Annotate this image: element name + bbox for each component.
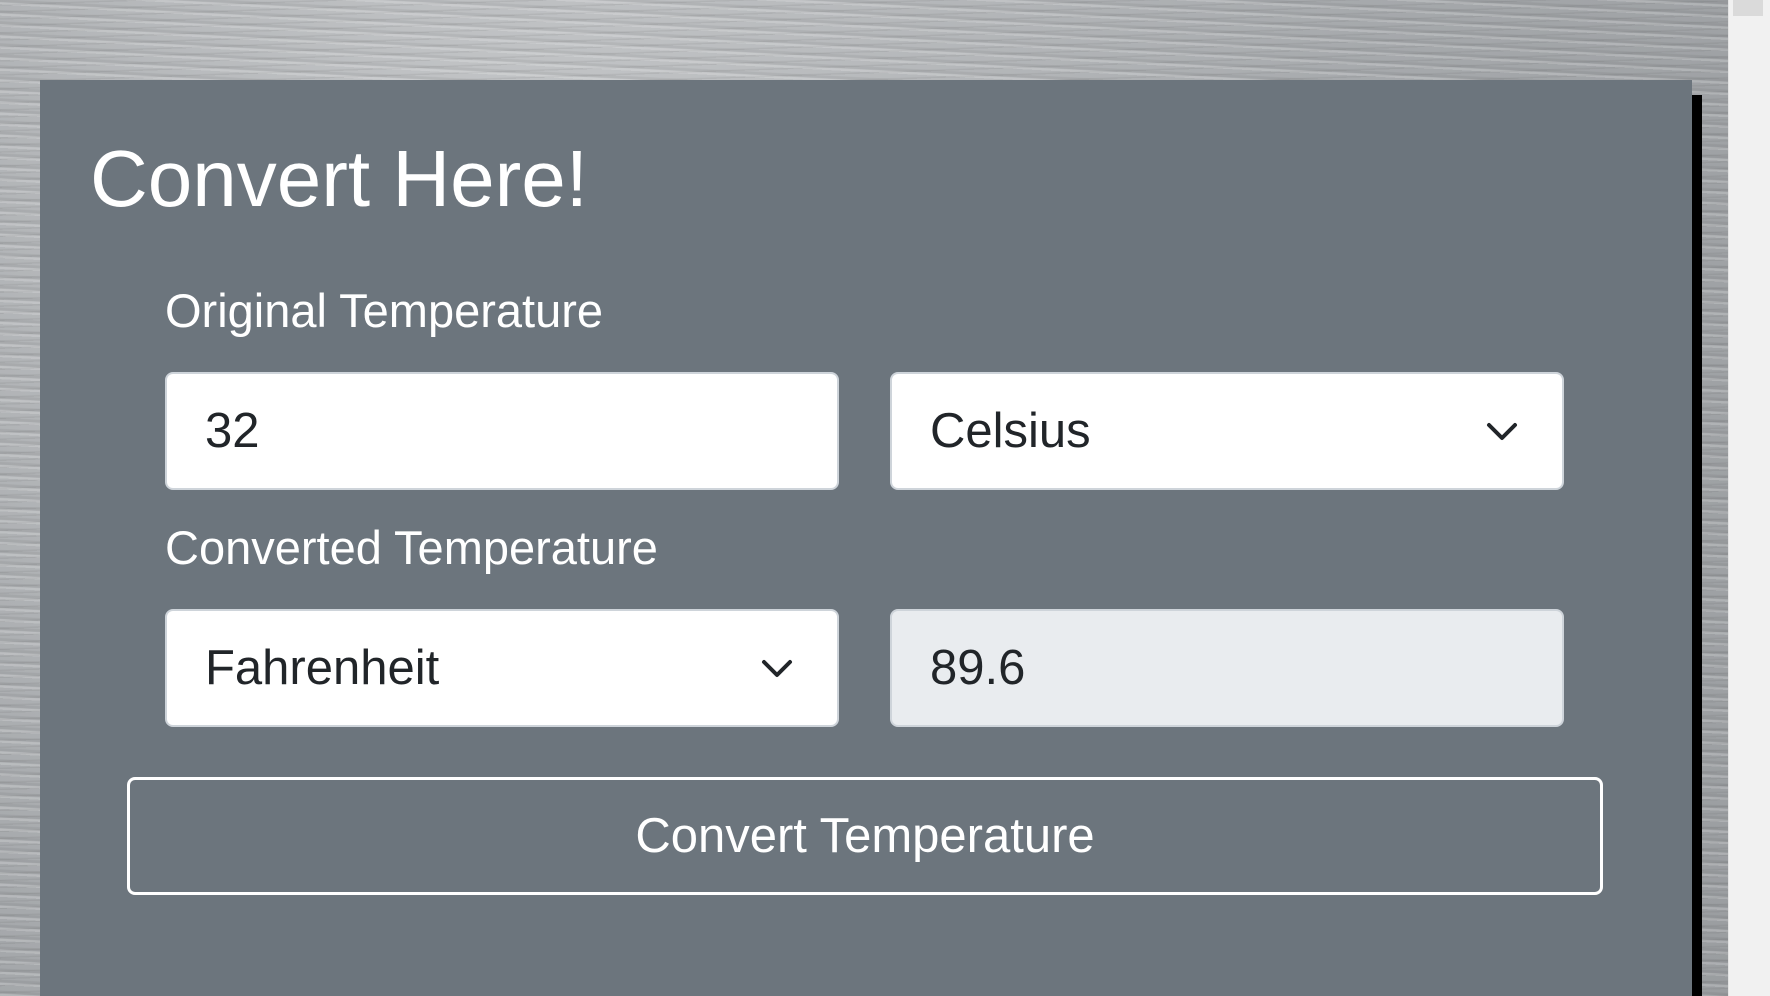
original-unit-select[interactable]: Celsius [890, 372, 1564, 490]
chevron-down-icon [1487, 423, 1517, 440]
converted-temperature-value: 89.6 [930, 641, 1026, 695]
converted-temperature-label: Converted Temperature [165, 521, 658, 574]
vertical-scrollbar[interactable] [1728, 0, 1770, 996]
converted-unit-selected: Fahrenheit [205, 641, 440, 695]
chevron-down-icon [762, 660, 792, 677]
page-title: Convert Here! [90, 134, 588, 223]
convert-temperature-button[interactable]: Convert Temperature [127, 777, 1603, 895]
converted-unit-select[interactable]: Fahrenheit [165, 609, 839, 727]
original-temperature-input[interactable]: 32 [165, 372, 839, 490]
original-temperature-value: 32 [205, 404, 260, 458]
card-shadow [1692, 95, 1702, 996]
original-temperature-label: Original Temperature [165, 284, 604, 337]
original-unit-selected: Celsius [930, 404, 1091, 458]
scrollbar-thumb[interactable] [1733, 0, 1763, 16]
converted-temperature-output: 89.6 [890, 609, 1564, 727]
